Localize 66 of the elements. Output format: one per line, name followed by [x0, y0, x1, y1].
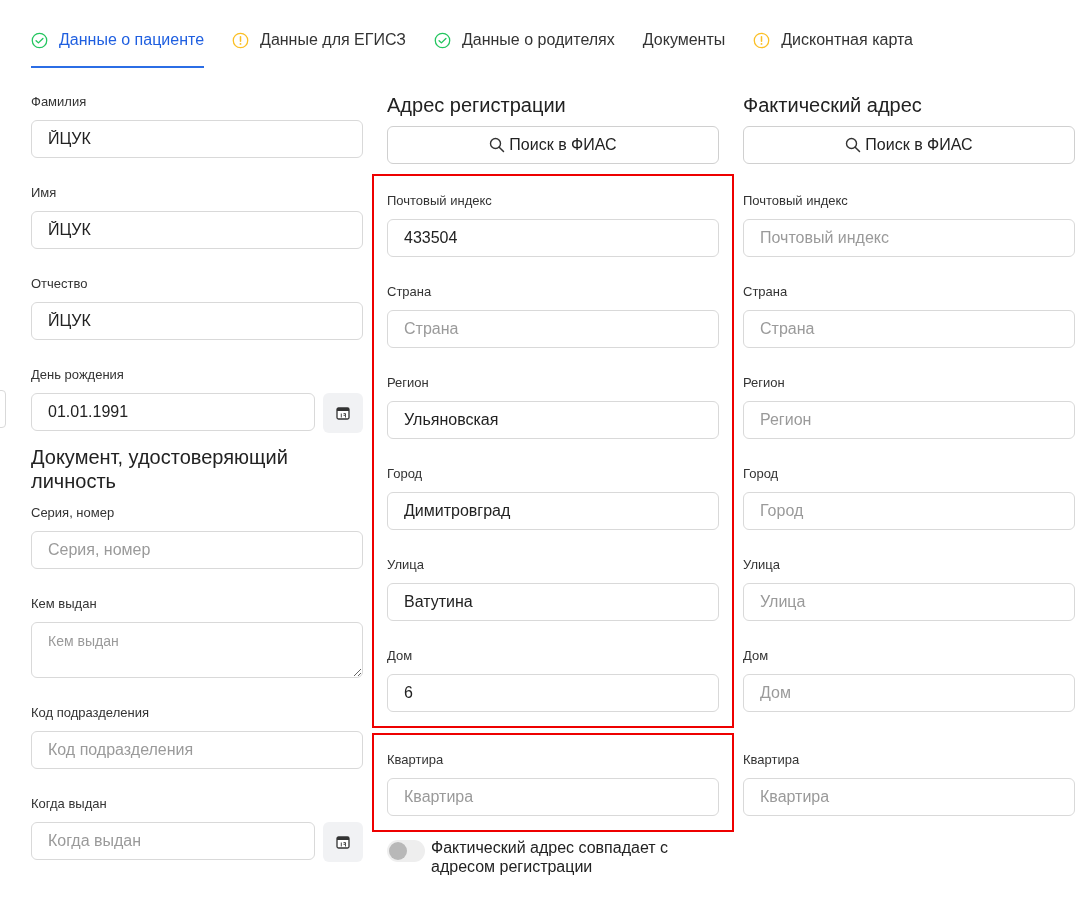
input-field[interactable]: Город — [743, 492, 1075, 530]
input-field[interactable]: Серия, номер — [31, 531, 363, 569]
calendar-button[interactable] — [323, 393, 363, 433]
check-circle-icon — [31, 31, 48, 49]
toggle-switch[interactable] — [387, 840, 425, 862]
textarea-field[interactable]: Кем выдан — [31, 622, 363, 678]
input-field[interactable]: 6 — [387, 674, 719, 712]
fias-search-button[interactable]: Поиск в ФИАС — [387, 126, 719, 164]
input-field[interactable]: Димитровград — [387, 492, 719, 530]
input-field[interactable]: Улица — [743, 583, 1075, 621]
input-field[interactable]: Страна — [743, 310, 1075, 348]
toggle-label: Фактический адрес совпадает с адресом регистрации — [431, 838, 670, 876]
field-label: Фамилия — [31, 93, 88, 111]
field-label: Регион — [387, 374, 430, 392]
field-label: Квартира — [743, 751, 801, 769]
date-field[interactable]: Когда выдан — [31, 822, 315, 860]
input-field[interactable]: Почтовый индекс — [743, 219, 1075, 257]
input-field[interactable]: Квартира — [387, 778, 719, 816]
section-title: Фактический адрес — [743, 93, 923, 117]
field-label: Город — [743, 465, 780, 483]
search-icon — [489, 137, 506, 153]
tab[interactable]: Документы — [642, 28, 726, 68]
tab[interactable]: Данные о пациенте — [31, 28, 205, 68]
fias-search-button[interactable]: Поиск в ФИАС — [743, 126, 1075, 164]
tab[interactable]: Дисконтная карта — [753, 28, 913, 68]
field-label: Улица — [387, 556, 425, 574]
tab[interactable]: Данные о родителях — [433, 28, 615, 68]
search-icon — [845, 137, 862, 153]
calendar-button[interactable] — [323, 822, 363, 862]
input-field[interactable]: Код подразделения — [31, 731, 363, 769]
field-label: Почтовый индекс — [743, 192, 849, 210]
input-field[interactable]: Ульяновская — [387, 401, 719, 439]
field-label: Дом — [743, 647, 770, 665]
input-field[interactable]: Квартира — [743, 778, 1075, 816]
field-label: Дом — [387, 647, 414, 665]
field-label: Отчество — [31, 275, 89, 293]
warning-circle-icon — [232, 31, 250, 49]
field-label: Код подразделения — [31, 704, 150, 722]
section-title: Документ, удостоверяющий личность — [31, 445, 289, 493]
tab[interactable]: Данные для ЕГИСЗ — [232, 28, 406, 68]
calendar-icon — [335, 405, 351, 421]
field-label: Квартира — [387, 751, 445, 769]
input-field[interactable]: ЙЦУК — [31, 120, 363, 158]
field-label: Когда выдан — [31, 795, 108, 813]
field-label: День рождения — [31, 366, 125, 384]
field-label: Страна — [743, 283, 789, 301]
field-label: Почтовый индекс — [387, 192, 493, 210]
field-label: Улица — [743, 556, 781, 574]
field-label: Город — [387, 465, 424, 483]
calendar-icon — [335, 834, 351, 850]
input-field[interactable]: ЙЦУК — [31, 302, 363, 340]
section-title: Адрес регистрации — [387, 93, 567, 117]
field-label: Регион — [743, 374, 786, 392]
input-field[interactable]: Ватутина — [387, 583, 719, 621]
warning-circle-icon — [753, 31, 771, 49]
field-label: Кем выдан — [31, 595, 98, 613]
field-label: Серия, номер — [31, 504, 116, 522]
input-field[interactable]: Страна — [387, 310, 719, 348]
check-circle-icon — [433, 31, 451, 49]
input-field[interactable]: Регион — [743, 401, 1075, 439]
input-field[interactable]: Дом — [743, 674, 1075, 712]
input-field[interactable]: ЙЦУК — [31, 211, 363, 249]
field-label: Страна — [387, 283, 433, 301]
input-field[interactable]: 433504 — [387, 219, 719, 257]
date-field[interactable]: 01.01.1991 — [31, 393, 315, 431]
field-label: Имя — [31, 184, 58, 202]
